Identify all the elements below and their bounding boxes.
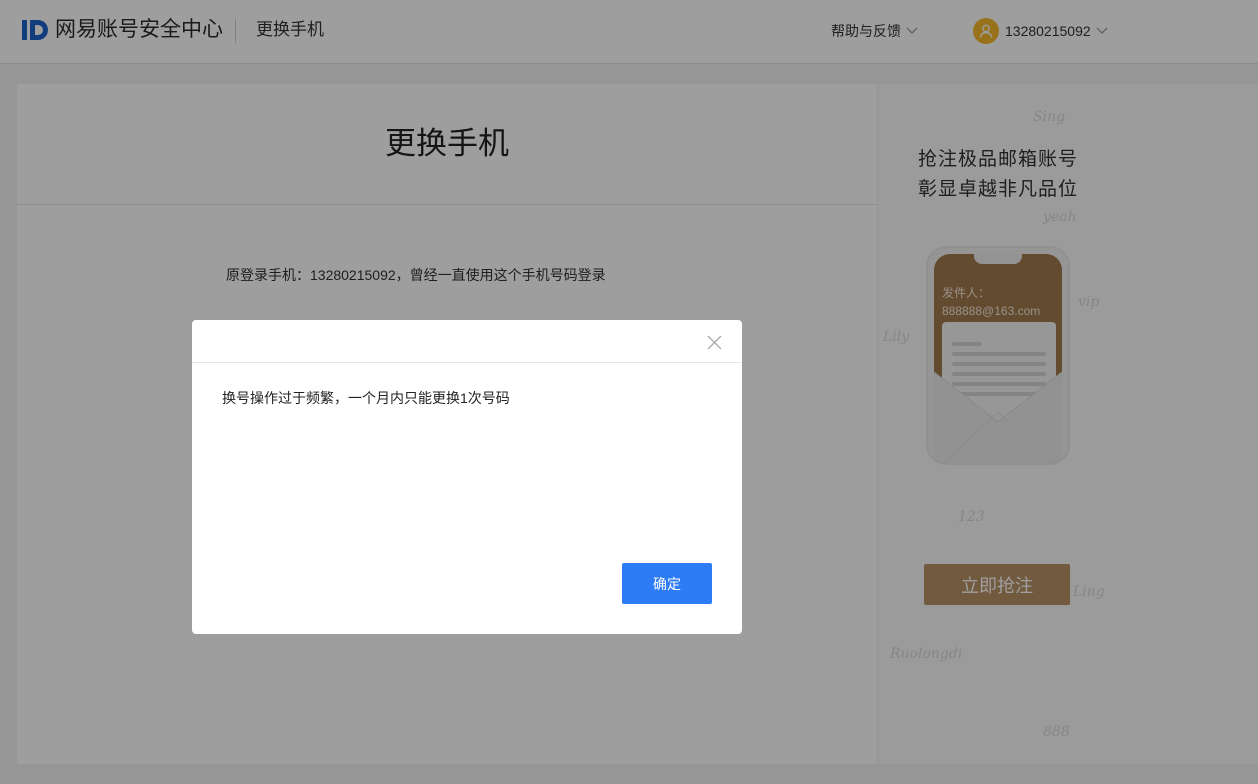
alert-dialog: 换号操作过于频繁，一个月内只能更换1次号码 确定 [192, 320, 742, 634]
dialog-header [192, 320, 742, 363]
close-icon[interactable] [707, 335, 722, 350]
confirm-button[interactable]: 确定 [622, 563, 712, 604]
dialog-message: 换号操作过于频繁，一个月内只能更换1次号码 [222, 390, 510, 406]
